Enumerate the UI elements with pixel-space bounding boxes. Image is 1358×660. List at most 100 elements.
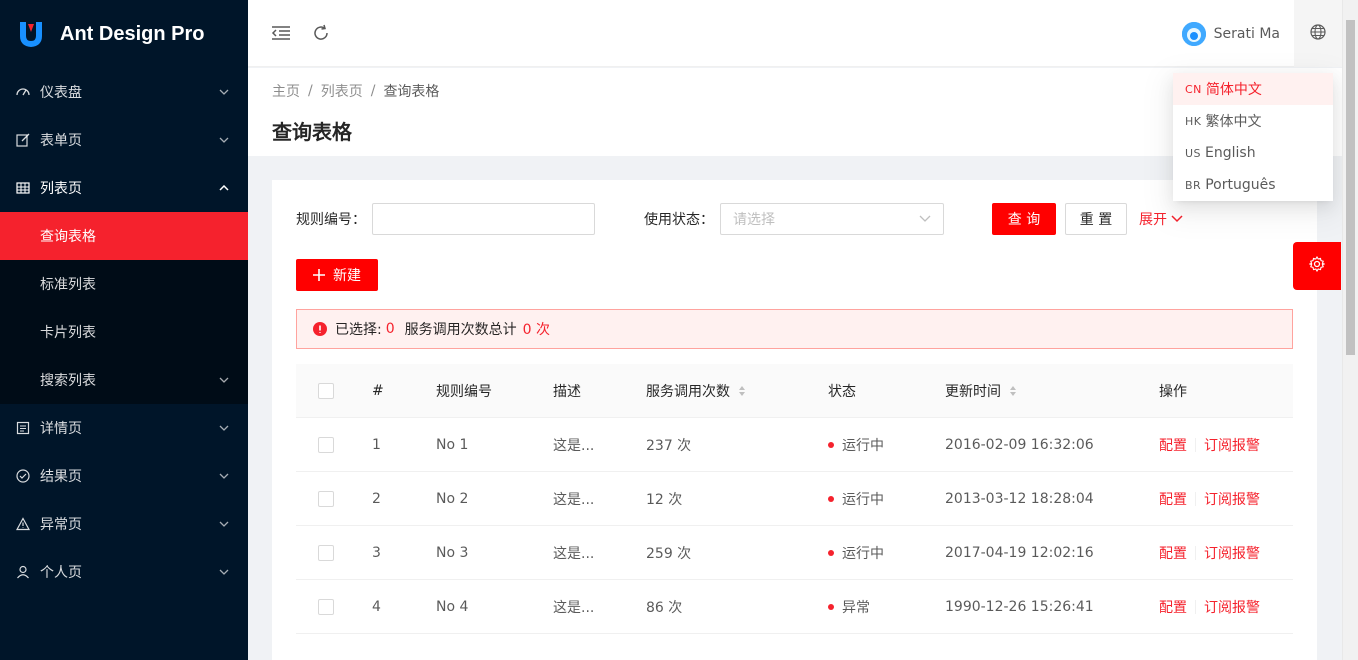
sidebar-item-dashboard[interactable]: 仪表盘	[0, 68, 248, 116]
sidebar-item-search-list[interactable]: 搜索列表	[0, 356, 248, 404]
gear-icon	[1308, 255, 1326, 276]
lang-code: BR	[1185, 178, 1202, 192]
row-select-cell	[296, 598, 372, 615]
chevron-down-icon	[218, 422, 230, 434]
settings-drawer-button[interactable]	[1293, 242, 1341, 290]
rule-number-input[interactable]	[372, 203, 595, 235]
lang-label: English	[1205, 145, 1256, 161]
row-select-cell	[296, 490, 372, 507]
config-link[interactable]: 配置	[1159, 435, 1187, 455]
menu-fold-icon[interactable]	[269, 21, 293, 45]
row-status: 运行中	[828, 435, 945, 455]
logo[interactable]: Ant Design Pro	[0, 0, 248, 68]
row-select-cell	[296, 436, 372, 453]
breadcrumb: 主页 / 列表页 / 查询表格	[272, 80, 1318, 102]
subscribe-link[interactable]: 订阅报警	[1204, 435, 1260, 455]
sidebar-item-exception[interactable]: 异常页	[0, 500, 248, 548]
sidebar-item-card-list[interactable]: 卡片列表	[0, 308, 248, 356]
row-rule: No 1	[436, 436, 469, 453]
chevron-up-icon	[218, 182, 230, 194]
chevron-down-icon	[218, 518, 230, 530]
lang-option-pt-br[interactable]: BR Português	[1173, 169, 1333, 201]
table-row: 1 No 1 这是... 237 次 运行中 2016-02-09 16:32:…	[296, 418, 1293, 472]
config-link[interactable]: 配置	[1159, 597, 1187, 617]
lang-option-zh-tw[interactable]: HK 繁体中文	[1173, 105, 1333, 137]
sidebar-item-label: 结果页	[40, 469, 82, 485]
row-checkbox[interactable]	[318, 436, 334, 453]
breadcrumb-home[interactable]: 主页	[272, 81, 300, 101]
row-rule: No 3	[436, 544, 469, 561]
scrollbar-thumb[interactable]	[1346, 20, 1355, 355]
reset-button[interactable]: 重 置	[1065, 203, 1127, 235]
lang-option-zh-cn[interactable]: CN 简体中文	[1173, 73, 1333, 105]
column-header-status[interactable]: 状态	[828, 381, 945, 401]
form-icon	[16, 133, 30, 147]
reload-icon[interactable]	[309, 21, 333, 45]
breadcrumb-separator: /	[370, 83, 376, 99]
config-link[interactable]: 配置	[1159, 543, 1187, 563]
language-switch-button[interactable]	[1294, 0, 1342, 67]
sidebar-item-label: 个人页	[40, 565, 82, 581]
sidebar-item-query-table[interactable]: 查询表格	[0, 212, 248, 260]
row-checkbox[interactable]	[318, 490, 334, 507]
breadcrumb-current: 查询表格	[383, 84, 440, 100]
query-button[interactable]: 查 询	[992, 203, 1056, 235]
user-menu[interactable]: Serati Ma	[1181, 20, 1280, 48]
sidebar-item-label: 标准列表	[40, 277, 96, 293]
divider	[1195, 491, 1196, 506]
divider	[1195, 599, 1196, 614]
sidebar-item-form[interactable]: 表单页	[0, 116, 248, 164]
row-calls: 259 次	[646, 545, 692, 562]
sidebar-item-label: 表单页	[40, 133, 82, 149]
new-button[interactable]: 新建	[296, 259, 378, 291]
lang-label: Português	[1205, 177, 1276, 193]
column-header-calls[interactable]: 服务调用次数	[646, 381, 828, 401]
sidebar-item-label: 查询表格	[40, 229, 96, 245]
status-select[interactable]: 请选择	[720, 203, 944, 235]
table-row: 3 No 3 这是... 259 次 运行中 2017-04-19 12:02:…	[296, 526, 1293, 580]
sidebar-item-profile[interactable]: 详情页	[0, 404, 248, 452]
subscribe-link[interactable]: 订阅报警	[1204, 543, 1260, 563]
row-status-text: 运行中	[842, 545, 884, 562]
lang-code: CN	[1185, 82, 1202, 96]
row-desc: 这是...	[553, 545, 595, 562]
row-checkbox[interactable]	[318, 544, 334, 561]
breadcrumb-list[interactable]: 列表页	[321, 81, 363, 101]
select-all-cell	[296, 382, 372, 399]
subscribe-link[interactable]: 订阅报警	[1204, 489, 1260, 509]
lang-label: 简体中文	[1205, 82, 1262, 98]
row-index: 3	[372, 544, 381, 561]
row-status: 运行中	[828, 543, 945, 563]
config-link[interactable]: 配置	[1159, 489, 1187, 509]
sidebar-item-result[interactable]: 结果页	[0, 452, 248, 500]
row-checkbox[interactable]	[318, 598, 334, 615]
warning-icon	[16, 517, 30, 531]
row-desc: 这是...	[553, 599, 595, 616]
row-ops: 配置 订阅报警	[1159, 435, 1293, 455]
total-value: 0 次	[522, 322, 550, 338]
sidebar-item-account[interactable]: 个人页	[0, 548, 248, 596]
table-row: 2 No 2 这是... 12 次 运行中 2013-03-12 18:28:0…	[296, 472, 1293, 526]
sidebar-item-label: 仪表盘	[40, 85, 82, 101]
language-dropdown: CN 简体中文 HK 繁体中文 US English BR Português	[1173, 73, 1333, 201]
column-header-index: #	[372, 382, 384, 399]
sidebar-item-label: 卡片列表	[40, 325, 96, 341]
app-title: Ant Design Pro	[60, 22, 205, 45]
chevron-down-icon	[218, 86, 230, 98]
lang-code: US	[1185, 146, 1202, 160]
expand-link[interactable]: 展开	[1139, 209, 1183, 229]
row-index: 1	[372, 436, 381, 453]
profile-icon	[16, 421, 30, 435]
status-dot	[828, 603, 834, 610]
sort-icon	[738, 385, 746, 397]
sidebar-submenu-list: 查询表格 标准列表 卡片列表 搜索列表	[0, 212, 248, 404]
row-calls: 237 次	[646, 437, 692, 454]
select-all-checkbox[interactable]	[318, 382, 334, 399]
sidebar-item-standard-list[interactable]: 标准列表	[0, 260, 248, 308]
expand-label: 展开	[1139, 212, 1167, 228]
lang-option-en-us[interactable]: US English	[1173, 137, 1333, 169]
page-scrollbar[interactable]	[1342, 0, 1358, 660]
sidebar-item-list[interactable]: 列表页	[0, 164, 248, 212]
column-header-time[interactable]: 更新时间	[945, 381, 1159, 401]
subscribe-link[interactable]: 订阅报警	[1204, 597, 1260, 617]
